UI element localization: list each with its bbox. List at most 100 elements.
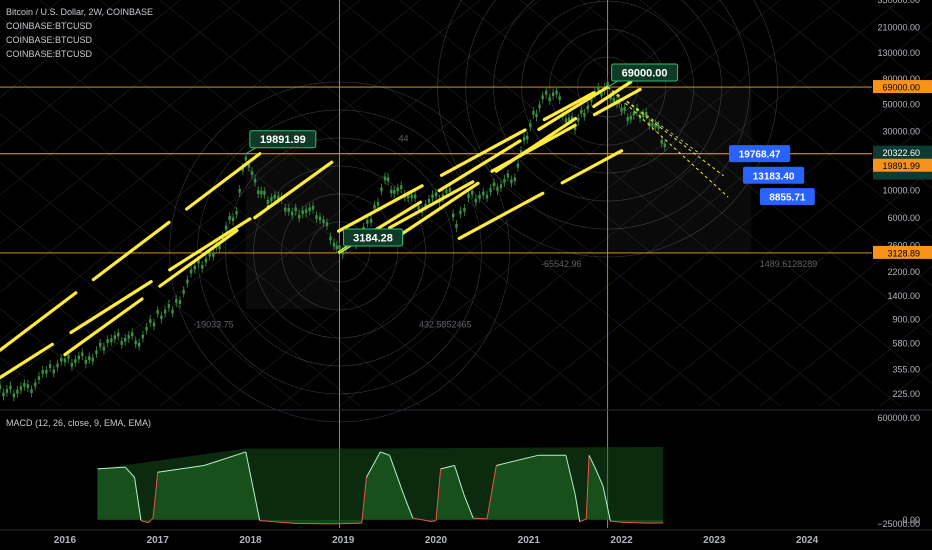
- candle-body: [413, 194, 417, 199]
- callout-label: 3184.28: [353, 232, 393, 244]
- candle-body: [56, 363, 59, 368]
- candle-body: [134, 340, 137, 345]
- projection-tag-label: 8855.71: [769, 193, 806, 204]
- candle-body: [620, 107, 623, 112]
- candle-body: [389, 189, 393, 194]
- candle-body: [182, 289, 185, 294]
- candle-body: [273, 194, 277, 199]
- candle-body: [224, 225, 228, 230]
- candle-body: [127, 335, 130, 339]
- candle-body: [586, 105, 590, 110]
- candle-body: [41, 369, 44, 374]
- price-axis-tick: 900.00: [892, 315, 920, 325]
- candle-body: [287, 208, 290, 212]
- candle-body: [201, 264, 204, 269]
- candle-body: [516, 163, 520, 168]
- time-axis-tick: 2024: [796, 535, 819, 546]
- candle-body: [489, 188, 492, 193]
- candle-body: [270, 197, 273, 202]
- candle-body: [235, 210, 238, 215]
- chart-legend: Bitcoin / U.S. Dollar, 2W, COINBASE COIN…: [6, 5, 153, 61]
- candle-body: [160, 315, 163, 320]
- candle-body: [52, 369, 56, 374]
- candle-body: [318, 216, 322, 221]
- candle-body: [113, 335, 116, 340]
- candle-body: [23, 383, 26, 387]
- callout-label: 69000.00: [622, 68, 668, 80]
- current-price-label: 20322.60: [882, 148, 920, 158]
- candle-body: [12, 393, 16, 398]
- candle-body: [45, 369, 48, 374]
- candle-body: [30, 389, 33, 393]
- candle-body: [67, 355, 70, 359]
- candle-body: [253, 178, 257, 183]
- candle-body: [366, 219, 369, 224]
- candle-body: [186, 279, 189, 284]
- candle-body: [250, 171, 254, 175]
- candle-body: [580, 109, 583, 114]
- level-badge-label: 19891.99: [882, 161, 920, 171]
- candle-body: [555, 90, 558, 95]
- candle-body: [260, 190, 263, 195]
- candle-body: [244, 156, 248, 161]
- candle-body: [266, 199, 270, 204]
- candle-body: [393, 190, 396, 194]
- price-axis-tick: 50000.00: [882, 99, 920, 109]
- time-axis-tick: 2021: [518, 535, 541, 546]
- macd-axis-tick: −25000.00: [877, 519, 920, 529]
- candle-body: [189, 269, 193, 274]
- candle-body: [496, 187, 499, 192]
- legend-symbol: COINBASE:BTCUSD: [6, 49, 93, 59]
- legend-symbol: COINBASE:BTCUSD: [6, 21, 93, 31]
- candle-body: [551, 92, 555, 97]
- candle-body: [492, 182, 496, 187]
- candle-body: [95, 350, 98, 354]
- candle-body: [417, 205, 420, 210]
- candle-body: [120, 341, 123, 345]
- candle-body: [376, 201, 380, 206]
- candle-body: [81, 352, 84, 357]
- candle-body: [373, 204, 376, 209]
- candle-body: [167, 304, 171, 308]
- candle-body: [149, 319, 152, 323]
- candle-body: [48, 364, 52, 368]
- candle-body: [88, 356, 91, 361]
- candle-body: [238, 188, 241, 193]
- candle-body: [291, 211, 294, 216]
- candle-body: [256, 190, 260, 195]
- candle-body: [431, 194, 434, 199]
- candle-body: [9, 385, 12, 390]
- candle-body: [396, 187, 399, 192]
- candle-body: [124, 337, 127, 342]
- candle-body: [541, 95, 544, 100]
- candle-body: [535, 113, 538, 118]
- price-axis-tick: 225.00: [892, 389, 920, 399]
- time-axis-tick: 2022: [610, 535, 633, 546]
- candle-body: [34, 382, 37, 387]
- candle-body: [338, 245, 341, 249]
- candle-body: [629, 115, 633, 120]
- candle-body: [626, 117, 629, 121]
- candle-body: [506, 173, 510, 178]
- candle-body: [304, 209, 308, 214]
- candle-body: [60, 357, 63, 362]
- candle-body: [208, 252, 211, 257]
- macd-envelope: [97, 446, 664, 520]
- candle-body: [478, 195, 481, 199]
- candle-body: [463, 207, 466, 212]
- callout-label: 19891.99: [260, 134, 306, 146]
- candle-body: [451, 213, 455, 218]
- candle-body: [663, 143, 667, 148]
- time-axis-tick: 2020: [425, 535, 448, 546]
- candle-body: [577, 117, 580, 122]
- time-axis-tick: 2023: [703, 535, 726, 546]
- candle-body: [510, 179, 513, 184]
- candle-body: [558, 96, 561, 101]
- price-chart[interactable]: 4444-65542.961489.6128289-19033.75432.58…: [0, 0, 932, 550]
- candle-body: [322, 219, 325, 224]
- candle-body: [482, 191, 485, 196]
- macd-axis-tick: 600000.00: [877, 413, 920, 423]
- candle-body: [19, 386, 23, 391]
- candle-body: [5, 389, 9, 393]
- candle-body: [16, 389, 19, 394]
